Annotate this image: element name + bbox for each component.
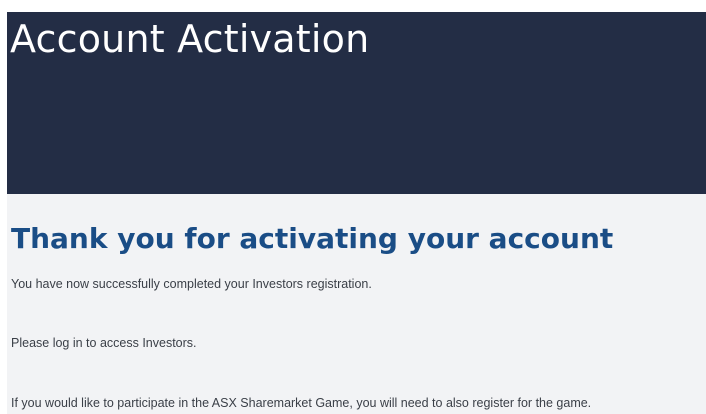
page-title: Account Activation [10,17,370,61]
content-panel: Thank you for activating your account Yo… [7,194,706,414]
confirmation-heading: Thank you for activating your account [11,222,614,255]
page: Account Activation Thank you for activat… [0,0,706,414]
registration-complete-text: You have now successfully completed your… [11,277,372,291]
sharemarket-game-text: If you would like to participate in the … [11,396,592,410]
hero-banner: Account Activation [7,12,706,194]
login-instruction-text: Please log in to access Investors. [11,336,197,350]
